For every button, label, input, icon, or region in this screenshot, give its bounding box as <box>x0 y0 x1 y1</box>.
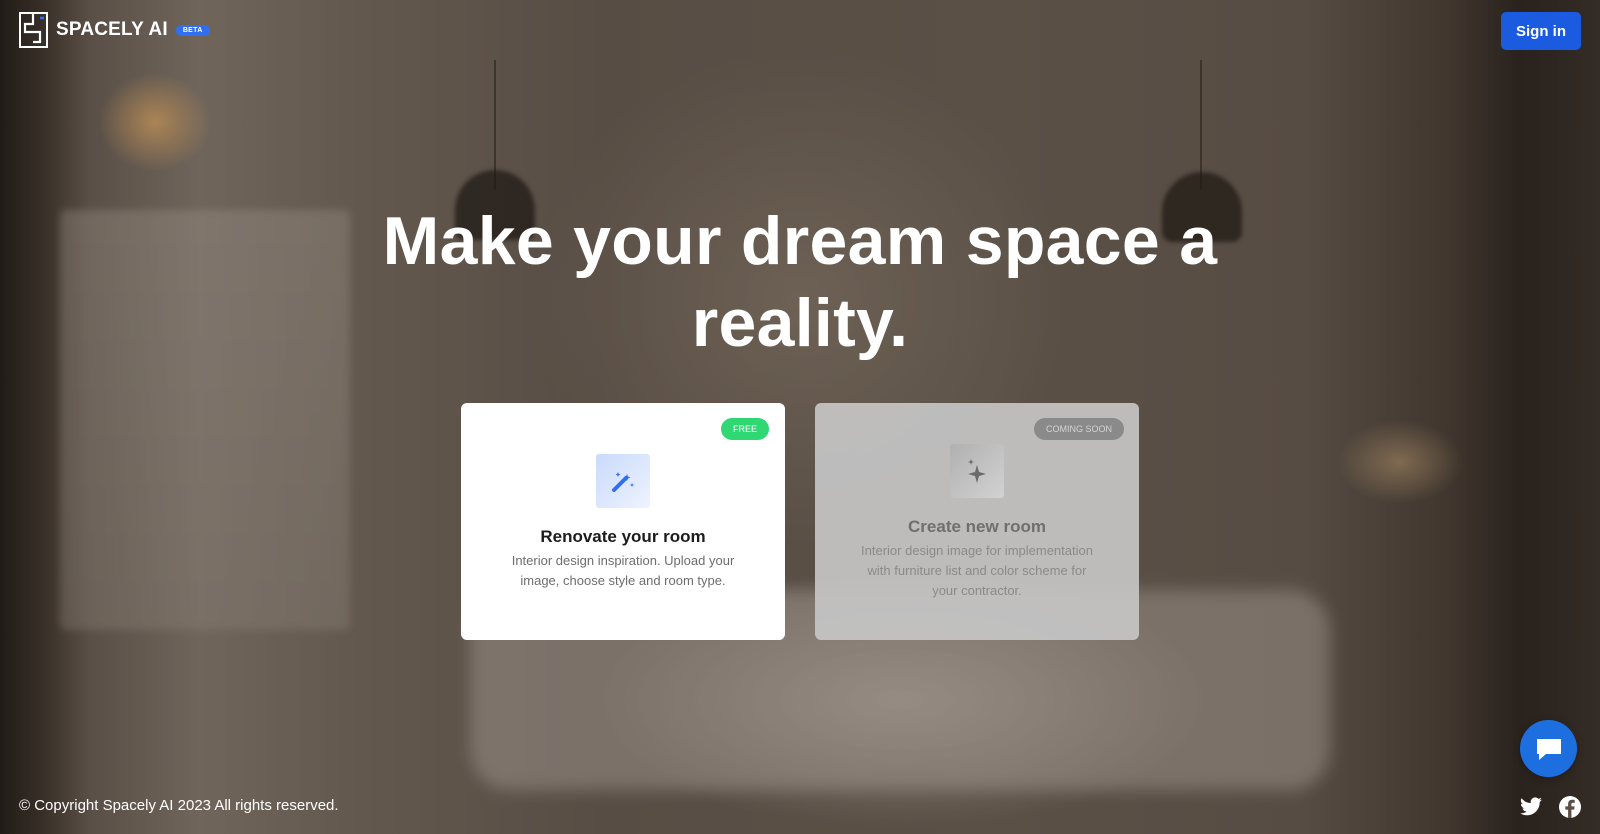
card-title: Renovate your room <box>540 527 706 546</box>
card-description: Interior design inspiration. Upload your… <box>511 553 735 588</box>
renovate-room-card[interactable]: FREE Renovate your room Interior design … <box>461 403 785 640</box>
chat-bubble-icon <box>1536 738 1561 760</box>
chat-button[interactable] <box>1520 720 1577 777</box>
twitter-icon[interactable] <box>1519 795 1543 819</box>
sign-in-button[interactable]: Sign in <box>1501 12 1581 50</box>
landing-page: SPACELY AI BETA Sign in Make your dream … <box>0 0 1600 834</box>
brand-name: SPACELY AI <box>56 19 168 40</box>
create-room-card: COMING SOON Create new room Interior des… <box>815 403 1139 640</box>
card-description: Interior design image for implementation… <box>861 543 1093 598</box>
spacely-logo-icon <box>19 12 48 48</box>
magic-wand-icon <box>596 454 650 508</box>
facebook-icon[interactable] <box>1558 795 1582 819</box>
brand-logo[interactable]: SPACELY AI BETA <box>19 12 210 48</box>
free-badge: FREE <box>720 418 769 440</box>
sparkle-icon <box>950 444 1004 498</box>
coming-soon-badge: COMING SOON <box>1033 418 1124 440</box>
background-overlay <box>0 0 1600 834</box>
beta-badge: BETA <box>175 24 210 36</box>
hero-title: Make your dream space a reality. <box>382 203 1218 361</box>
card-title: Create new room <box>908 517 1046 536</box>
copyright-text: © Copyright Spacely AI 2023 All rights r… <box>19 797 339 814</box>
top-bar: SPACELY AI BETA Sign in <box>0 0 1600 62</box>
